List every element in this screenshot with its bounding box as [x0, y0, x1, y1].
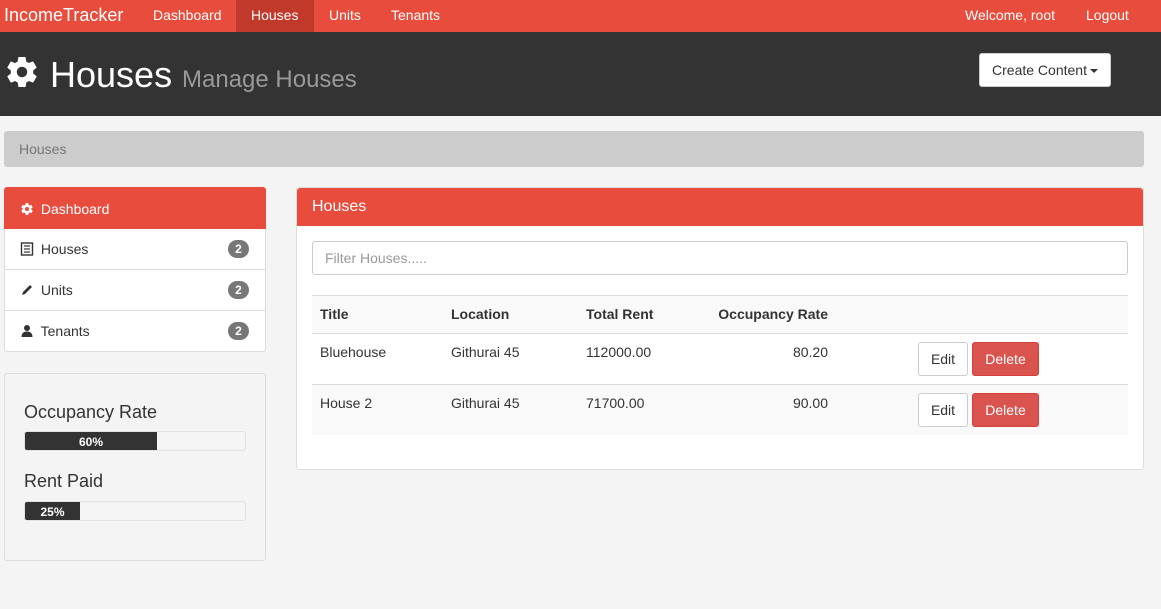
cell-total-rent: 112000.00 [586, 344, 652, 360]
column-header-location: Location [451, 306, 510, 322]
breadcrumb-current: Houses [19, 141, 67, 157]
page-title: Houses [50, 54, 173, 95]
nav-item-units[interactable]: Units [314, 0, 376, 32]
delete-button[interactable]: Delete [972, 393, 1039, 427]
pencil-icon [22, 285, 32, 295]
houses-panel: Houses Title Location Total Rent Occupan… [296, 187, 1144, 470]
rent-paid-progress: 25% [24, 501, 246, 521]
rent-paid-progress-bar: 25% [25, 502, 80, 520]
sidebar-item-units[interactable]: Units 2 [4, 270, 266, 311]
houses-table: Title Location Total Rent Occupancy Rate… [312, 295, 1128, 435]
panel-heading: Houses [297, 188, 1143, 226]
caret-down-icon [1089, 69, 1098, 74]
cell-occupancy-rate: 90.00 [792, 395, 828, 411]
table-row: House 2 Githurai 45 71700.00 90.00 Edit … [312, 384, 1128, 435]
gear-icon [21, 203, 33, 215]
user-icon [21, 325, 33, 337]
sidebar-item-tenants[interactable]: Tenants 2 [4, 311, 266, 352]
sidebar-item-label: Tenants [40, 323, 90, 339]
cell-title: Bluehouse [320, 344, 387, 360]
create-content-label: Create Content [992, 62, 1087, 78]
column-header-occupancy-rate: Occupancy Rate [718, 306, 828, 322]
column-header-title: Title [320, 306, 349, 322]
create-content-button[interactable]: Create Content [979, 53, 1111, 87]
stats-panel: Occupancy Rate 60% Rent Paid 25% [4, 373, 266, 561]
welcome-link[interactable]: Welcome, root [950, 0, 1070, 32]
occupancy-rate-title: Occupancy Rate [24, 402, 158, 422]
gear-icon [7, 57, 37, 88]
list-icon [20, 242, 34, 256]
edit-button[interactable]: Edit [918, 393, 968, 427]
page-subtitle: Manage Houses [182, 66, 357, 93]
sidebar-item-label: Units [40, 282, 73, 298]
table-header-row: Title Location Total Rent Occupancy Rate [312, 295, 1128, 333]
cell-total-rent: 71700.00 [586, 395, 645, 411]
count-badge: 2 [228, 281, 249, 299]
sidebar-item-label: Houses [40, 241, 89, 257]
delete-button[interactable]: Delete [972, 342, 1039, 376]
cell-title: House 2 [320, 395, 373, 411]
breadcrumb: Houses [4, 131, 1144, 167]
logout-link[interactable]: Logout [1071, 0, 1144, 32]
sidebar-item-label: Dashboard [40, 201, 110, 217]
table-row: Bluehouse Githurai 45 112000.00 80.20 Ed… [312, 333, 1128, 384]
occupancy-progress: 60% [24, 431, 246, 451]
nav-item-dashboard[interactable]: Dashboard [138, 0, 237, 32]
filter-houses-input[interactable] [312, 241, 1128, 275]
sidebar-item-dashboard[interactable]: Dashboard [4, 187, 266, 229]
brand-link[interactable]: IncomeTracker [4, 0, 123, 32]
top-navbar: IncomeTracker Dashboard Houses Units Ten… [0, 0, 1161, 32]
count-badge: 2 [228, 322, 249, 340]
rent-paid-title: Rent Paid [24, 471, 104, 491]
occupancy-progress-bar: 60% [25, 432, 157, 450]
cell-location: Githurai 45 [451, 344, 520, 360]
edit-button[interactable]: Edit [918, 342, 968, 376]
column-header-total-rent: Total Rent [586, 306, 654, 322]
cell-location: Githurai 45 [451, 395, 520, 411]
count-badge: 2 [228, 240, 249, 258]
page-header: Houses Manage Houses Create Content [0, 32, 1161, 116]
nav-item-tenants[interactable]: Tenants [376, 0, 455, 32]
sidebar-item-houses[interactable]: Houses 2 [4, 229, 266, 270]
cell-occupancy-rate: 80.20 [792, 344, 828, 360]
nav-item-houses[interactable]: Houses [236, 0, 314, 32]
sidebar-nav: Dashboard Houses 2 Units 2 Tenants 2 [4, 187, 266, 352]
